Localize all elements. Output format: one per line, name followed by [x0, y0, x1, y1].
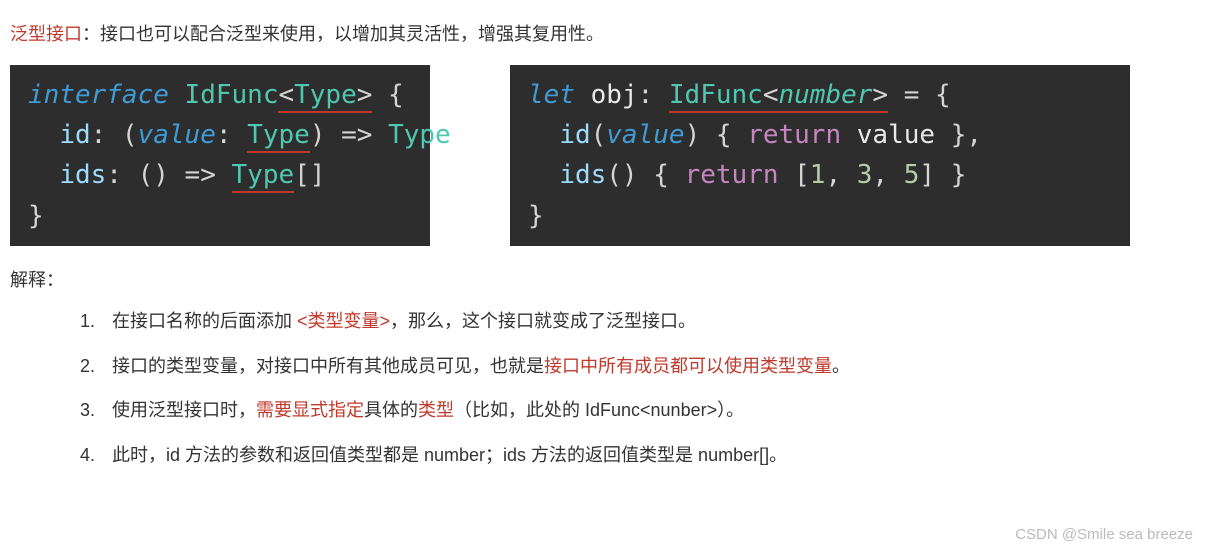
highlight-text: 需要显式指定 — [256, 400, 364, 420]
code-block-usage: let obj: IdFunc<number> = { id(value) { … — [510, 65, 1130, 246]
plain-text: ，那么，这个接口就变成了泛型接口。 — [390, 311, 696, 331]
explain-list: 在接口名称的后面添加 <类型变量>，那么，这个接口就变成了泛型接口。 接口的类型… — [10, 307, 1197, 470]
highlight-text: 类型 — [418, 400, 454, 420]
plain-text: 使用泛型接口时， — [112, 400, 256, 420]
list-item: 使用泛型接口时，需要显式指定具体的类型（比如，此处的 IdFunc<nunber… — [100, 396, 1197, 425]
list-item: 接口的类型变量，对接口中所有其他成员可见，也就是接口中所有成员都可以使用类型变量… — [100, 352, 1197, 381]
code-block-interface: interface IdFunc<Type> { id: (value: Typ… — [10, 65, 430, 246]
highlight-text: <类型变量> — [297, 311, 390, 331]
plain-text: 在接口名称的后面添加 — [112, 311, 297, 331]
explain-heading: 解释： — [10, 266, 1197, 295]
intro-paragraph: 泛型接口：接口也可以配合泛型来使用，以增加其灵活性，增强其复用性。 — [10, 20, 1197, 49]
list-item: 此时，id 方法的参数和返回值类型都是 number；ids 方法的返回值类型是… — [100, 441, 1197, 470]
plain-text: 此时，id 方法的参数和返回值类型都是 number；ids 方法的返回值类型是… — [112, 445, 787, 465]
code-blocks-row: interface IdFunc<Type> { id: (value: Typ… — [10, 65, 1197, 246]
plain-text: （比如，此处的 IdFunc<nunber>）。 — [454, 400, 744, 420]
plain-text: 。 — [832, 356, 850, 376]
highlight-text: 接口中所有成员都可以使用类型变量 — [544, 356, 832, 376]
plain-text: 接口的类型变量，对接口中所有其他成员可见，也就是 — [112, 356, 544, 376]
plain-text: 具体的 — [364, 400, 418, 420]
watermark: CSDN @Smile sea breeze — [1015, 523, 1193, 547]
intro-body: ：接口也可以配合泛型来使用，以增加其灵活性，增强其复用性。 — [82, 24, 604, 44]
intro-term: 泛型接口 — [10, 24, 82, 44]
list-item: 在接口名称的后面添加 <类型变量>，那么，这个接口就变成了泛型接口。 — [100, 307, 1197, 336]
